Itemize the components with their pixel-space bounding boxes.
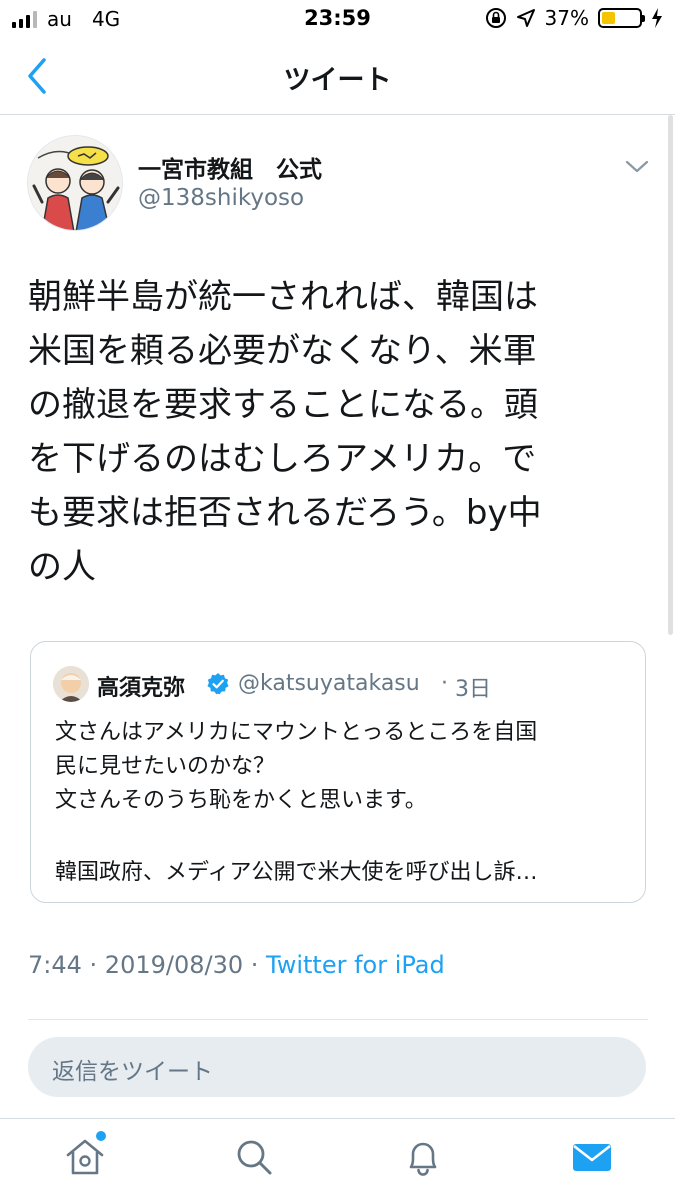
tweet-time: 7:44: [28, 951, 82, 979]
battery-percent: 37%: [544, 6, 589, 30]
quote-timestamp: 3日: [455, 677, 491, 702]
quote-avatar[interactable]: [53, 666, 89, 702]
quote-separator: ·: [441, 671, 448, 696]
avatar-illustration: [28, 136, 122, 230]
tab-bar: [0, 1118, 675, 1200]
home-icon[interactable]: [63, 1135, 107, 1179]
location-arrow-icon: [516, 9, 535, 27]
tweet-date: 2019/08/30: [104, 951, 244, 979]
home-badge-dot: [96, 1131, 106, 1141]
status-bar: au 4G 23:59 37%: [0, 0, 675, 40]
avatar[interactable]: [27, 135, 123, 231]
quote-text-truncated: 韓国政府、メディア公開で米大使を呼び出し訴…: [55, 860, 538, 885]
quote-avatar-image: [53, 666, 89, 702]
tweet-meta: 7:44 · 2019/08/30 · Twitter for iPad: [28, 951, 445, 979]
meta-separator: ·: [81, 951, 105, 979]
status-right: 37%: [485, 6, 663, 30]
tweet-handle[interactable]: @138shikyoso: [138, 185, 304, 211]
reply-input[interactable]: 返信をツイート: [28, 1037, 646, 1097]
quote-text: 文さんはアメリカにマウントとっるところを自国 民に見せたいのかな？ 文さんそのう…: [55, 720, 538, 813]
divider: [28, 1019, 648, 1020]
orientation-lock-icon: [485, 8, 506, 28]
battery-level: [602, 12, 616, 24]
quote-handle: @katsuyatakasu: [238, 671, 420, 696]
charging-bolt-icon: [652, 8, 662, 28]
nav-bar: ツイート: [0, 40, 675, 115]
mail-icon[interactable]: [570, 1135, 614, 1179]
tweet-display-name[interactable]: 一宮市教組 公式: [138, 150, 322, 184]
search-icon[interactable]: [232, 1135, 276, 1179]
reply-placeholder: 返信をツイート: [52, 1059, 213, 1085]
quoted-tweet[interactable]: 高須克弥 @katsuyatakasu · 3日 文さんはアメリカにマウントとっ…: [30, 641, 646, 903]
verified-badge-icon: [207, 673, 229, 695]
tweet-text: 朝鮮半島が統一されれば、韓国は 米国を頼る必要がなくなり、米軍 の撤退を要求する…: [28, 277, 542, 587]
page-title: ツイート: [283, 65, 392, 96]
chevron-down-icon[interactable]: [624, 157, 650, 177]
battery-icon: [598, 8, 645, 28]
quote-display-name: 高須克弥: [97, 676, 186, 701]
meta-separator: ·: [243, 951, 267, 979]
tweet-source-link[interactable]: Twitter for iPad: [266, 951, 445, 979]
bell-icon[interactable]: [401, 1135, 445, 1179]
scroll-indicator: [668, 115, 673, 635]
